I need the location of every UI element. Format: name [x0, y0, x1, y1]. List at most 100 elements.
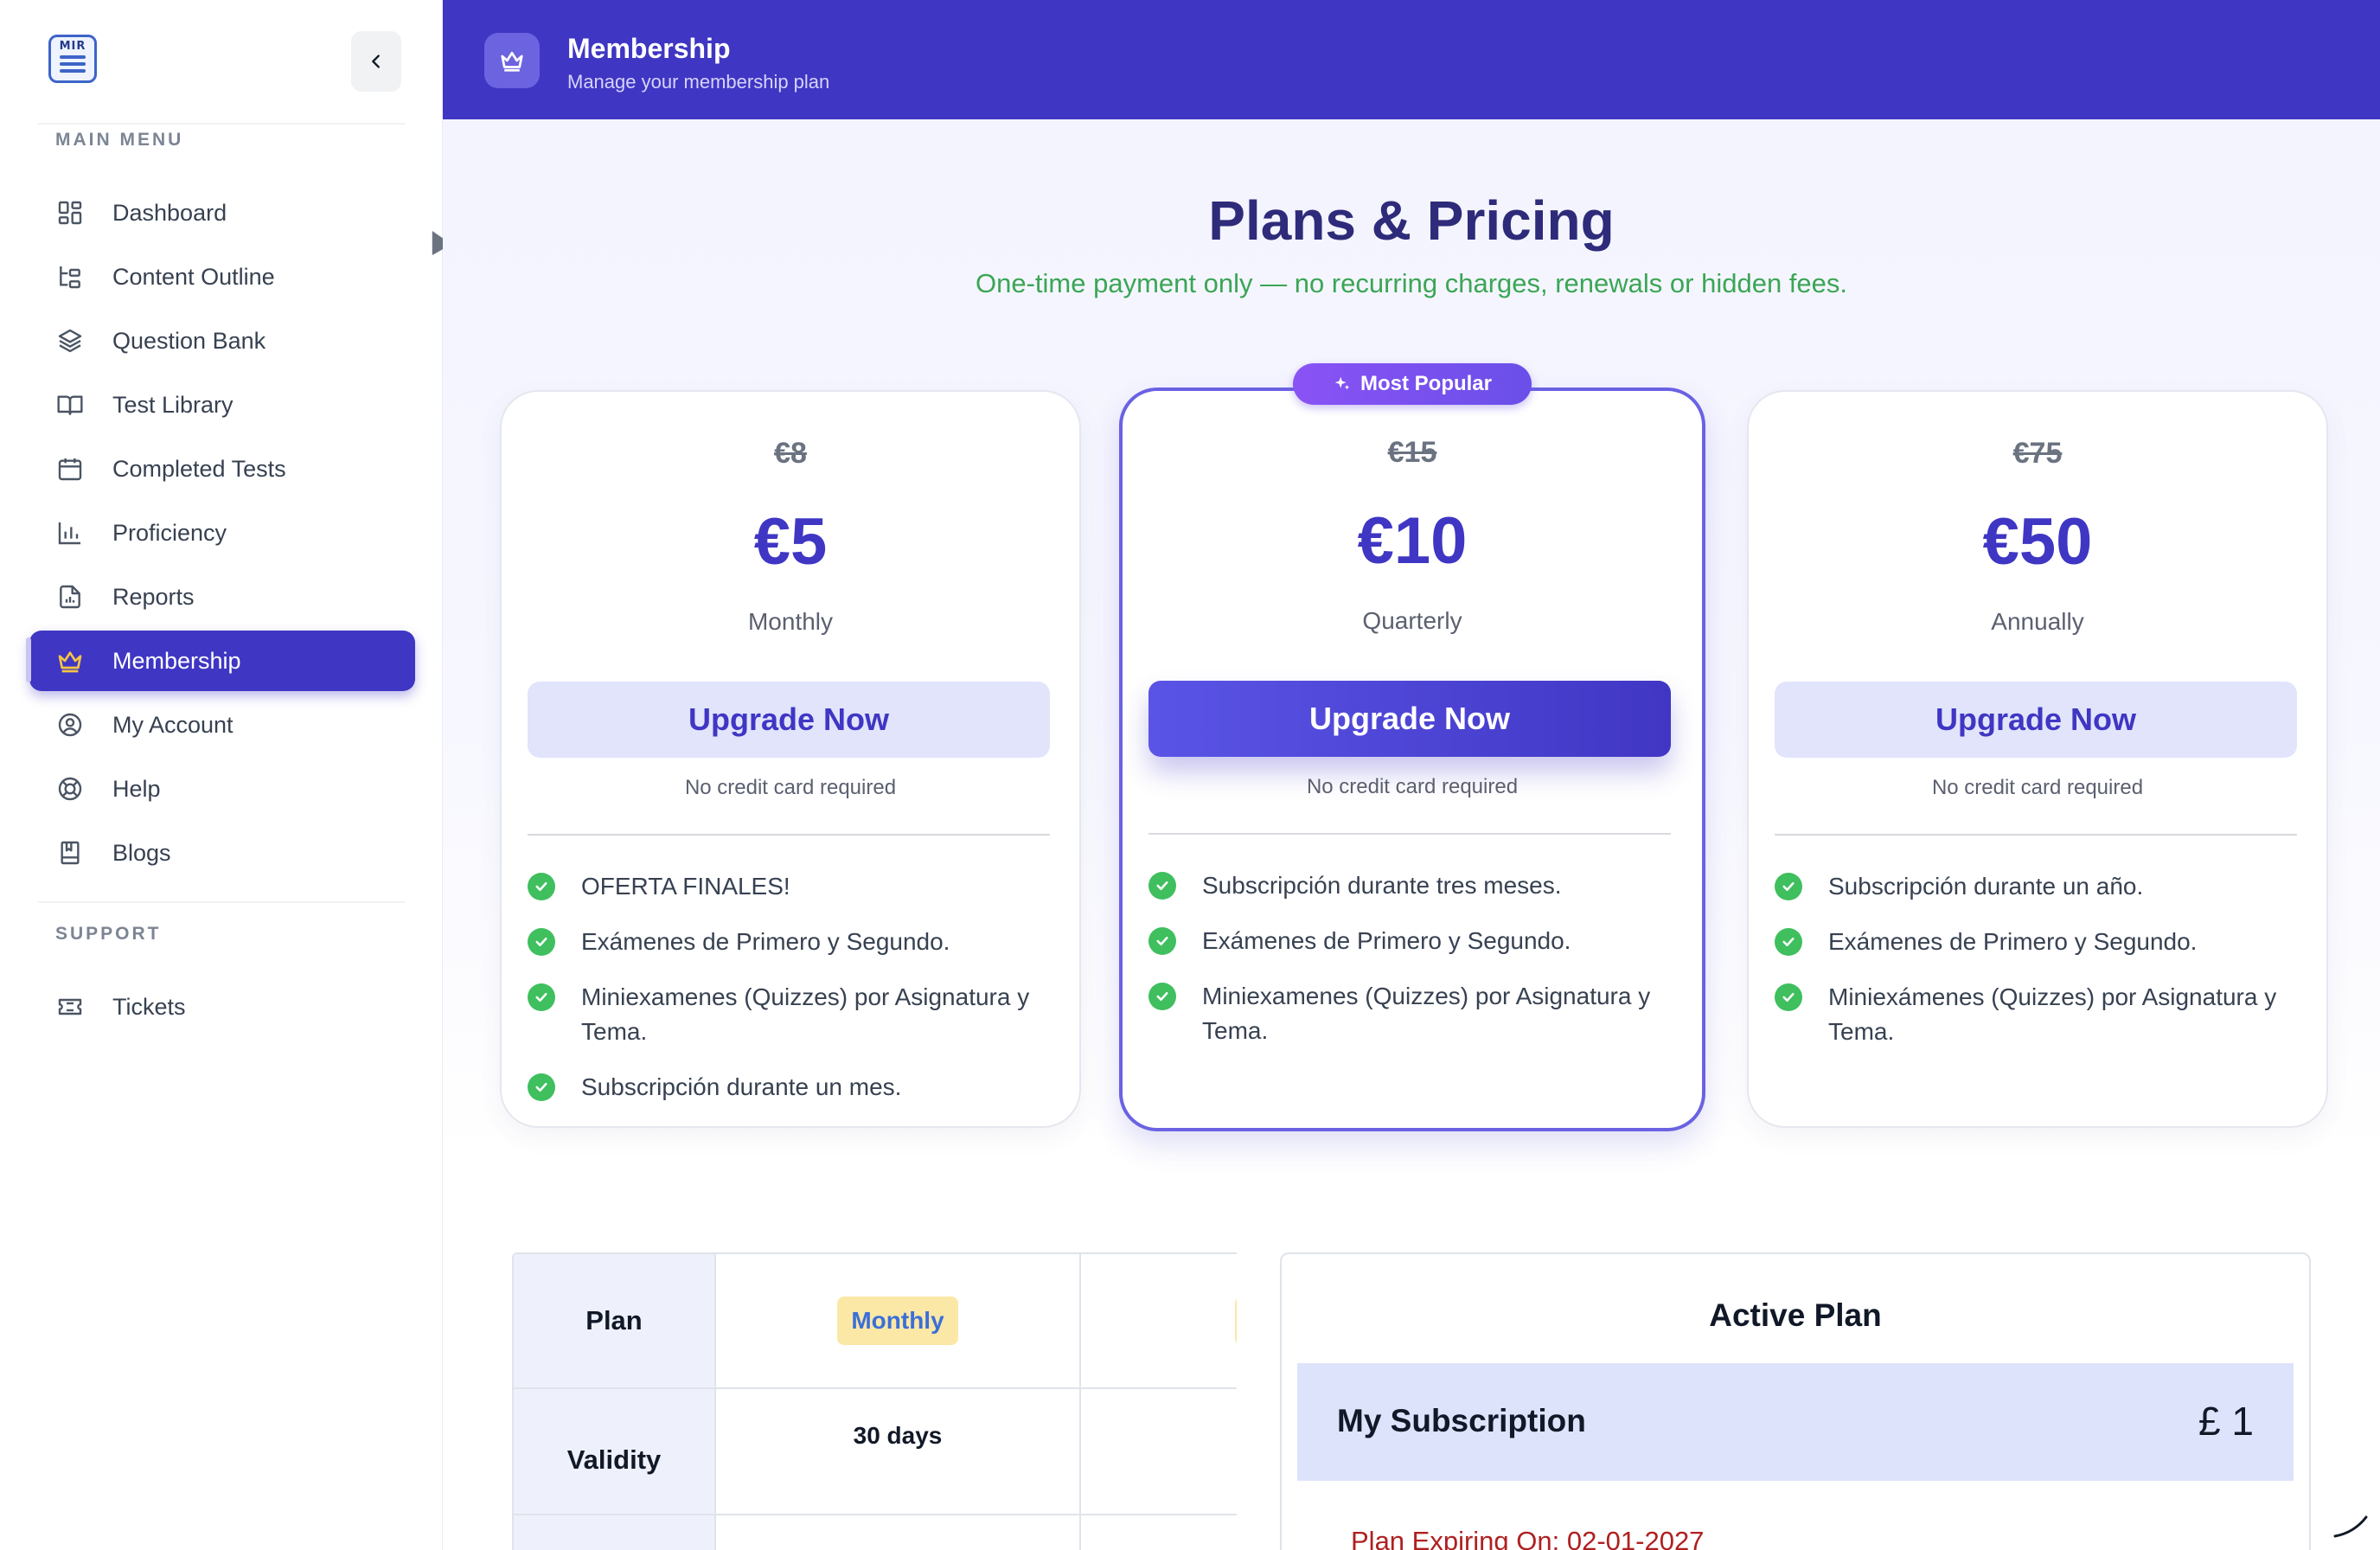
check-circle-icon	[1775, 983, 1802, 1011]
row-header	[514, 1515, 716, 1550]
table-cell: Monthly	[716, 1254, 1081, 1389]
sidebar-item-label: Reports	[112, 583, 195, 610]
sidebar-separator	[38, 123, 405, 125]
sidebar-item-completed-tests[interactable]: Completed Tests	[29, 439, 415, 499]
dashboard-icon	[55, 198, 85, 227]
sidebar: MIR MAIN MENU Dashboard Content Outline …	[0, 0, 443, 1550]
report-file-icon	[55, 582, 85, 612]
plan-pill-monthly: Monthly	[837, 1297, 958, 1345]
plan-period: Quarterly	[1362, 607, 1462, 634]
upgrade-now-button[interactable]: Upgrade Now	[528, 682, 1050, 758]
check-circle-icon	[528, 1073, 555, 1101]
feature-text: Exámenes de Primero y Segundo.	[1828, 928, 2198, 955]
most-popular-badge: Most Popular	[1292, 363, 1532, 405]
sidebar-item-label: Blogs	[112, 839, 171, 866]
plan-period: Annually	[1991, 608, 2084, 635]
upgrade-now-button[interactable]: Upgrade Now	[1775, 682, 2297, 758]
sidebar-item-label: My Account	[112, 711, 234, 738]
feature-text: Exámenes de Primero y Segundo.	[1202, 927, 1571, 954]
sidebar-item-proficiency[interactable]: Proficiency	[29, 503, 415, 563]
crown-icon	[55, 646, 85, 676]
row-header-plan: Plan	[514, 1254, 716, 1389]
feature-item: Exámenes de Primero y Segundo.	[1148, 924, 1671, 958]
feature-list: OFERTA FINALES! Exámenes de Primero y Se…	[528, 869, 1050, 1125]
main-menu-label: MAIN MENU	[55, 130, 184, 150]
open-book-icon	[55, 390, 85, 420]
sparkle-icon	[1334, 376, 1350, 390]
sidebar-item-label: Completed Tests	[112, 455, 286, 482]
active-plan-panel: Active Plan My Subscription £ 1 Plan Exp…	[1280, 1252, 2311, 1550]
feature-item: Subscripción durante un año.	[1775, 869, 2297, 904]
layers-icon	[55, 326, 85, 355]
feature-text: Subscripción durante un año.	[1828, 873, 2144, 900]
table-cell: 30 days	[716, 1389, 1081, 1515]
upgrade-now-button[interactable]: Upgrade Now	[1148, 681, 1671, 757]
feature-item: Exámenes de Primero y Segundo.	[1775, 925, 2297, 959]
sidebar-item-content-outline[interactable]: Content Outline	[29, 247, 415, 307]
card-divider	[1775, 834, 2297, 836]
table-cell: Ar	[1081, 1254, 1237, 1389]
sidebar-item-membership[interactable]: Membership	[29, 631, 415, 691]
lifebuoy-icon	[55, 774, 85, 804]
chevron-left-icon	[372, 54, 380, 68]
row-header-validity: Validity	[514, 1389, 716, 1515]
badge-label: Most Popular	[1360, 372, 1493, 395]
plan-price: €10	[1357, 504, 1468, 578]
sidebar-item-tickets[interactable]: Tickets	[29, 977, 415, 1037]
no-credit-card-note: No credit card required	[1931, 776, 2144, 799]
subscription-bar: My Subscription £ 1	[1297, 1363, 2294, 1481]
sidebar-item-label: Dashboard	[112, 199, 227, 226]
original-price: €8	[774, 437, 807, 470]
feature-text: Subscripción durante un mes.	[581, 1073, 902, 1100]
feature-text: Exámenes de Primero y Segundo.	[581, 928, 950, 955]
check-circle-icon	[528, 873, 555, 900]
no-credit-card-note: No credit card required	[1306, 775, 1519, 798]
check-circle-icon	[1148, 983, 1176, 1010]
active-item-marker	[26, 637, 31, 682]
check-circle-icon	[1148, 927, 1176, 955]
validity-value: 30 days	[853, 1422, 943, 1449]
plan-comparison-table[interactable]: Plan Monthly Ar Validity 30 days 36	[512, 1252, 1237, 1550]
sidebar-item-label: Tickets	[112, 993, 186, 1020]
sidebar-item-label: Content Outline	[112, 263, 275, 290]
sidebar-item-blogs[interactable]: Blogs	[29, 823, 415, 883]
sidebar-item-reports[interactable]: Reports	[29, 567, 415, 627]
page-header: Membership Manage your membership plan	[443, 0, 2380, 119]
table-row-validity: Validity 30 days 36	[514, 1389, 1237, 1515]
subscription-price: £ 1	[2198, 1399, 2254, 1444]
original-price: €15	[1387, 436, 1437, 469]
page-subtitle: Manage your membership plan	[567, 71, 830, 93]
sidebar-item-question-bank[interactable]: Question Bank	[29, 311, 415, 371]
feature-item: Miniexamenes (Quizzes) por Asignatura y …	[1148, 979, 1671, 1048]
sidebar-item-label: Question Bank	[112, 327, 266, 354]
plans-title: Plans & Pricing	[1208, 189, 1615, 252]
app-logo[interactable]: MIR	[48, 35, 97, 83]
feature-text: Miniexamenes (Quizzes) por Asignatura y …	[1202, 983, 1651, 1044]
sidebar-item-label: Help	[112, 775, 161, 802]
sidebar-separator	[38, 901, 405, 903]
plan-card-annual: €75 €50 Annually Upgrade Now No credit c…	[1747, 390, 2328, 1128]
outline-tree-icon	[55, 262, 85, 291]
sidebar-item-label: Test Library	[112, 391, 234, 418]
notebook-icon	[55, 838, 85, 868]
bar-chart-icon	[55, 518, 85, 548]
active-plan-title: Active Plan	[1709, 1297, 1882, 1333]
sidebar-item-my-account[interactable]: My Account	[29, 695, 415, 755]
resize-handle-icon[interactable]	[2328, 1498, 2371, 1541]
plans-subtitle: One-time payment only — no recurring cha…	[976, 268, 1847, 298]
sidebar-item-dashboard[interactable]: Dashboard	[29, 183, 415, 243]
check-circle-icon	[1775, 928, 1802, 956]
collapse-sidebar-button[interactable]	[351, 31, 401, 92]
feature-text: Miniexamenes (Quizzes) por Asignatura y …	[581, 983, 1030, 1045]
feature-text: Miniexámenes (Quizzes) por Asignatura y …	[1828, 983, 2277, 1045]
feature-list: Subscripción durante tres meses. Exámene…	[1148, 868, 1671, 1069]
user-circle-icon	[55, 710, 85, 740]
sidebar-item-test-library[interactable]: Test Library	[29, 375, 415, 435]
ticket-icon	[55, 992, 85, 1022]
table-cell: 36	[1081, 1389, 1237, 1515]
sidebar-item-help[interactable]: Help	[29, 759, 415, 819]
plan-price: €50	[1982, 505, 2093, 579]
feature-item: Exámenes de Primero y Segundo.	[528, 925, 1050, 959]
support-label: SUPPORT	[55, 924, 162, 944]
plan-pill-annual: Ar	[1235, 1297, 1237, 1345]
